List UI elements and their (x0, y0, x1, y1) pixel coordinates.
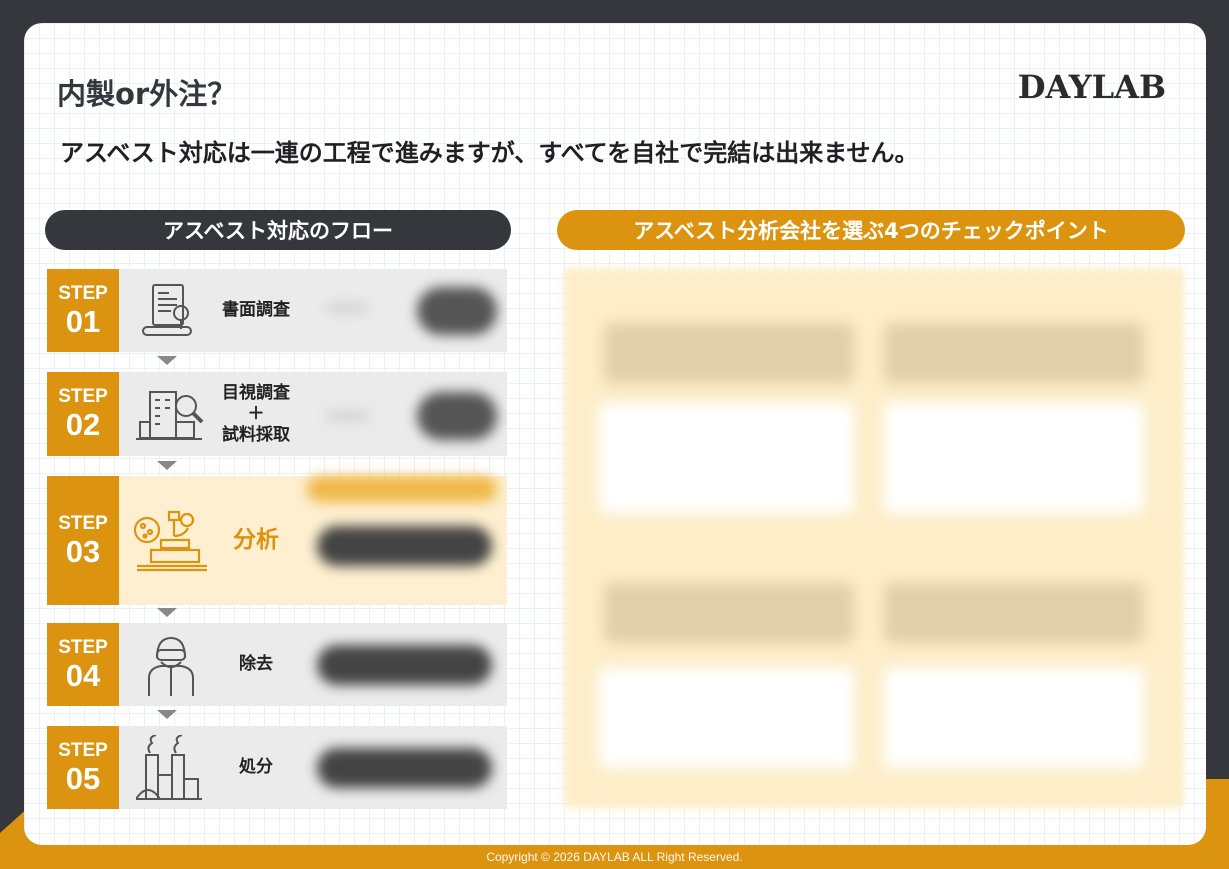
step-badge: STEP 03 (47, 476, 119, 605)
step-label-active: 分析 (233, 527, 279, 553)
down-arrow-icon (157, 461, 177, 470)
step-badge: STEP 05 (47, 726, 119, 809)
blurred-service-box (884, 668, 1144, 768)
slide-card: 内製or外注？ DAYLAB アスベスト対応は一連の工程で進みますが、すべてを自… (24, 23, 1206, 845)
blurred-service-heading (884, 583, 1144, 643)
blurred-step-detail (297, 623, 507, 706)
step-02: STEP 02 目視調査 ＋ 試料採取 (47, 372, 507, 456)
page-title: 内製or外注？ (57, 77, 237, 111)
blurred-step-detail (297, 372, 507, 456)
step-05: STEP 05 処分 (47, 726, 507, 809)
checkpoint-header: アスベスト分析会社を選ぶ4つのチェックポイント (557, 210, 1185, 250)
down-arrow-icon (157, 710, 177, 719)
blurred-cost-box (884, 403, 1144, 513)
blurred-quality-heading (604, 323, 854, 383)
blurred-cost-heading (884, 323, 1144, 383)
protective-suit-icon (131, 631, 211, 699)
document-icon (131, 277, 211, 345)
step-badge: STEP 04 (47, 623, 119, 706)
step-04: STEP 04 除去 (47, 623, 507, 706)
blurred-step-detail (297, 269, 507, 352)
factory-icon (131, 734, 211, 802)
step-label: 書面調査 (222, 300, 290, 320)
down-arrow-icon (157, 356, 177, 365)
step-badge: STEP 02 (47, 372, 119, 456)
step-label: 目視調査 ＋ 試料採取 (222, 382, 290, 445)
building-search-icon (131, 380, 211, 448)
microscope-icon (131, 507, 211, 575)
down-arrow-icon (157, 608, 177, 617)
step-label: 処分 (239, 757, 273, 777)
blurred-delivery-box (599, 668, 854, 768)
blurred-delivery-heading (604, 583, 854, 643)
copyright-footer: Copyright © 2026 DAYLAB ALL Right Reserv… (486, 850, 743, 864)
blurred-quality-box (599, 403, 854, 513)
step-03: STEP 03 分析 (47, 476, 507, 605)
blurred-step-detail (297, 726, 507, 809)
slide-subtitle: アスベスト対応は一連の工程で進みますが、すべてを自社で完結は出来ません。 (60, 139, 919, 167)
step-01: STEP 01 書面調査 (47, 269, 507, 352)
daylab-logo: DAYLAB (1017, 68, 1166, 106)
step-label: 除去 (239, 654, 273, 674)
step-badge: STEP 01 (47, 269, 119, 352)
blurred-step-detail (297, 476, 507, 605)
flow-header: アスベスト対応のフロー (45, 210, 511, 250)
